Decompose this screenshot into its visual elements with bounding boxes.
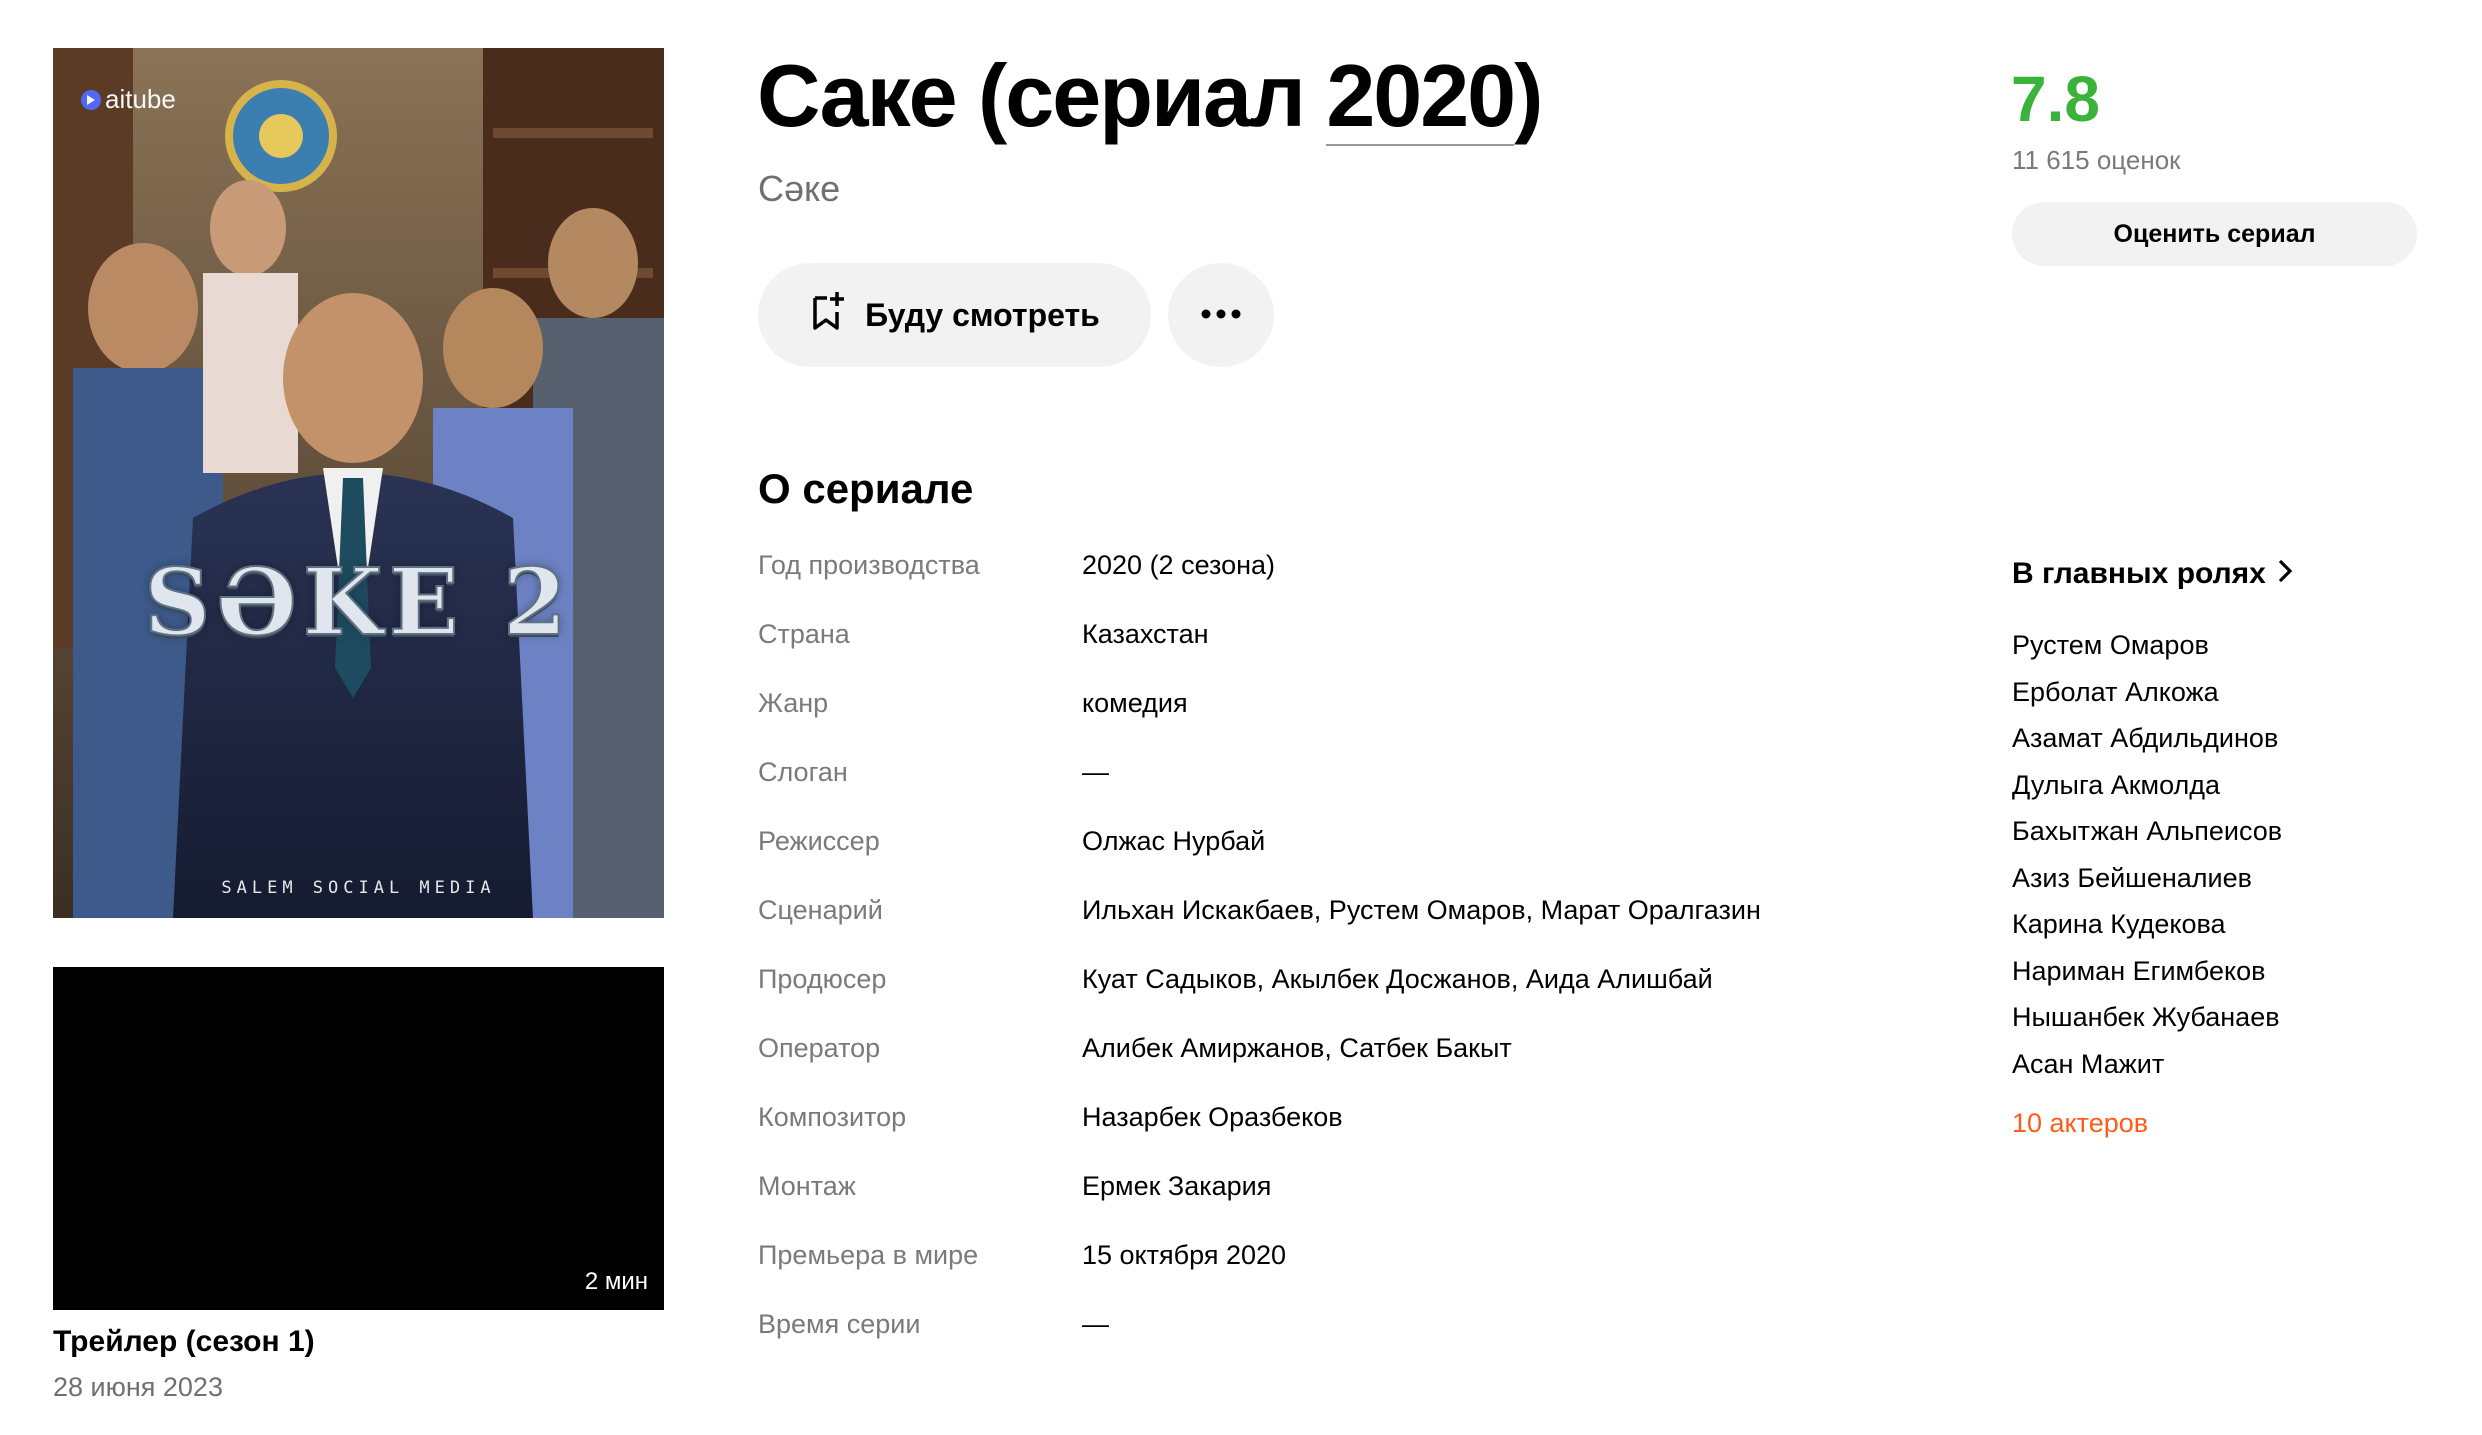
info-row: Монтаж Ермек Закария <box>758 1171 1858 1240</box>
info-row: Премьера в мире 15 октября 2020 <box>758 1240 1858 1309</box>
chevron-right-icon <box>2278 557 2293 591</box>
cast-actor-link[interactable]: Азамат Абдильдинов <box>2012 721 2282 768</box>
cast-actor-link[interactable]: Дулыга Акмолда <box>2012 768 2282 815</box>
cast-actor-link[interactable]: Ерболат Алкожа <box>2012 675 2282 722</box>
more-options-button[interactable] <box>1168 263 1274 367</box>
info-value[interactable]: комедия <box>1082 688 1188 719</box>
info-value[interactable]: Казахстан <box>1082 619 1209 650</box>
all-actors-link[interactable]: 10 актеров <box>2012 1108 2148 1139</box>
poster-image[interactable]: aitube SƏKE 2 SALEM SOCIAL MEDIA <box>53 48 664 918</box>
trailer-player[interactable]: 2 мин <box>53 967 664 1310</box>
cast-actor-link[interactable]: Асан Мажит <box>2012 1047 2282 1094</box>
rating-count: 11 615 оценок <box>2012 145 2181 175</box>
title-text: Саке (сериал <box>757 46 1327 145</box>
cast-actor-link[interactable]: Азиз Бейшеналиев <box>2012 861 2282 908</box>
info-label: Премьера в мире <box>758 1240 979 1270</box>
poster-brand-text: aitube <box>105 84 176 114</box>
cast-actor-link[interactable]: Нариман Егимбеков <box>2012 954 2282 1001</box>
title-year-link[interactable]: 2020 <box>1326 52 1516 146</box>
info-value: — <box>1082 757 1109 787</box>
poster-artwork <box>53 48 664 918</box>
rating-value: 7.8 <box>2011 63 2100 135</box>
cast-actor-link[interactable]: Карина Кудекова <box>2012 907 2282 954</box>
info-label: Продюсер <box>758 964 887 994</box>
bookmark-plus-icon <box>809 290 847 340</box>
cast-actor-link[interactable]: Бахытжан Альпеисов <box>2012 814 2282 861</box>
info-value[interactable]: Алибек Амиржанов, Сатбек Бакыт <box>1082 1033 1512 1064</box>
page-title: Саке (сериал 2020) <box>757 45 1543 147</box>
info-label: Страна <box>758 619 850 649</box>
info-row: Композитор Назарбек Оразбеков <box>758 1102 1858 1171</box>
info-label: Композитор <box>758 1102 907 1132</box>
info-label: Монтаж <box>758 1171 856 1201</box>
watch-later-label: Буду смотреть <box>865 296 1100 333</box>
info-value[interactable]: Назарбек Оразбеков <box>1082 1102 1343 1133</box>
cast-list: Рустем Омаров Ерболат Алкожа Азамат Абдиль… <box>2012 628 2282 1093</box>
info-label: Время серии <box>758 1309 921 1339</box>
info-row: Продюсер Куат Садыков, Акылбек Досжанов, … <box>758 964 1858 1033</box>
info-row: Сценарий Ильхан Искакбаев, Рустем Омаров,… <box>758 895 1858 964</box>
info-value[interactable]: 2020 (2 сезона) <box>1082 550 1275 581</box>
info-value[interactable]: Олжас Нурбай <box>1082 826 1265 857</box>
trailer-date: 28 июня 2023 <box>53 1372 223 1402</box>
info-row: Слоган — <box>758 757 1858 826</box>
info-row: Режиссер Олжас Нурбай <box>758 826 1858 895</box>
cast-actor-link[interactable]: Рустем Омаров <box>2012 628 2282 675</box>
info-label: Оператор <box>758 1033 881 1063</box>
more-dots-icon <box>1201 306 1241 324</box>
trailer-duration: 2 мин <box>584 1268 648 1295</box>
info-row: Жанр комедия <box>758 688 1858 757</box>
info-table: Год производства 2020 (2 сезона) Страна Каз… <box>758 550 1858 1378</box>
poster-title-art: SƏKE 2 <box>143 547 573 657</box>
rate-series-button[interactable]: Оценить сериал <box>2012 202 2417 266</box>
info-label: Год производства <box>758 550 980 580</box>
info-label: Режиссер <box>758 826 880 856</box>
title-close: ) <box>1514 46 1543 145</box>
cast-title-label: В главных ролях <box>2012 557 2266 590</box>
info-label: Слоган <box>758 757 848 787</box>
play-icon <box>81 89 101 110</box>
info-value[interactable]: 15 октября 2020 <box>1082 1240 1286 1271</box>
original-title: Сәке <box>758 168 841 209</box>
info-label: Жанр <box>758 688 829 718</box>
info-value[interactable]: Ильхан Искакбаев, Рустем Омаров, Марат О… <box>1082 895 1761 926</box>
info-row: Страна Казахстан <box>758 619 1858 688</box>
info-value[interactable]: Куат Садыков, Акылбек Досжанов, Аида Али… <box>1082 964 1713 995</box>
cast-actor-link[interactable]: Нышанбек Жубанаев <box>2012 1000 2282 1047</box>
info-value: — <box>1082 1309 1109 1339</box>
info-row: Время серии — <box>758 1309 1858 1378</box>
info-value[interactable]: Ермек Закария <box>1082 1171 1271 1202</box>
cast-section-link[interactable]: В главных ролях <box>2012 557 2293 591</box>
info-row: Год производства 2020 (2 сезона) <box>758 550 1858 619</box>
poster-brand: aitube <box>81 84 176 115</box>
poster-studio: SALEM SOCIAL MEDIA <box>221 878 496 898</box>
info-label: Сценарий <box>758 895 883 925</box>
watch-later-button[interactable]: Буду смотреть <box>758 263 1151 367</box>
trailer-title[interactable]: Трейлер (сезон 1) <box>53 1325 315 1359</box>
about-section-title: О сериале <box>758 465 974 512</box>
info-row: Оператор Алибек Амиржанов, Сатбек Бакыт <box>758 1033 1858 1102</box>
